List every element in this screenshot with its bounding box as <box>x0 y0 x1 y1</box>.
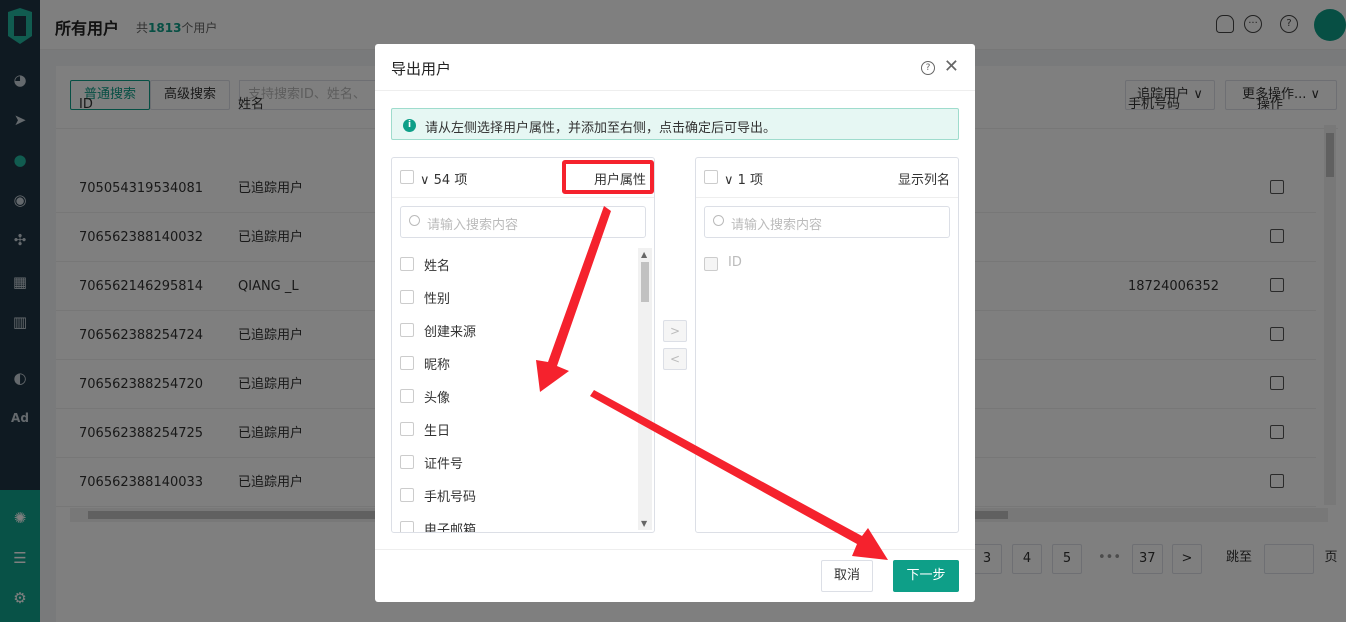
select-all-checkbox[interactable] <box>704 170 718 184</box>
chevron-down-icon: ∨ <box>420 173 434 188</box>
chevron-down-icon: ∨ <box>724 173 738 188</box>
target-count-label: 1 项 <box>737 173 764 188</box>
target-list-title: 显示列名 <box>897 173 950 188</box>
source-list-scrollbar[interactable]: ▲ ▼ <box>638 248 652 530</box>
scroll-thumb[interactable] <box>641 262 649 302</box>
item-checkbox[interactable] <box>400 422 414 436</box>
item-checkbox[interactable] <box>400 521 414 532</box>
item-label: 昵称 <box>424 358 451 373</box>
alert-text: 请从左侧选择用户属性，并添加至右侧，点击确定后可导出。 <box>425 121 777 136</box>
item-checkbox[interactable] <box>400 257 414 271</box>
item-label: 证件号 <box>424 457 464 472</box>
scroll-down-icon[interactable]: ▼ <box>641 519 647 528</box>
search-placeholder: 请输入搜索内容 <box>427 218 519 233</box>
target-count[interactable]: ∨ 1 项 <box>724 169 763 188</box>
item-label: 创建来源 <box>424 325 477 340</box>
dialog-divider <box>375 90 975 91</box>
item-checkbox[interactable] <box>400 323 414 337</box>
search-icon <box>713 215 724 226</box>
search-icon <box>409 215 420 226</box>
item-checkbox[interactable] <box>400 455 414 469</box>
cancel-button[interactable]: 取消 <box>821 560 873 592</box>
info-icon: i <box>403 119 416 132</box>
search-placeholder: 请输入搜索内容 <box>731 218 823 233</box>
source-list: ∨ 54 项 用户属性 请输入搜索内容 姓名 性别 创建来源 昵称 头像 生日 证件号 手机号… <box>391 157 655 533</box>
item-checkbox[interactable] <box>400 356 414 370</box>
item-label: 头像 <box>424 391 451 406</box>
export-users-dialog: 导出用户 ? ✕ i 请从左侧选择用户属性，并添加至右侧，点击确定后可导出。 ∨… <box>375 44 975 602</box>
move-left-button[interactable]: < <box>663 348 687 370</box>
item-checkbox[interactable] <box>400 488 414 502</box>
close-icon[interactable]: ✕ <box>944 56 959 77</box>
item-checkbox[interactable] <box>400 290 414 304</box>
item-label: 手机号码 <box>424 490 477 505</box>
target-list: ∨ 1 项 显示列名 请输入搜索内容 ID <box>695 157 959 533</box>
target-list-header: ∨ 1 项 显示列名 <box>696 158 958 198</box>
item-label: 性别 <box>424 292 451 307</box>
move-right-button[interactable]: > <box>663 320 687 342</box>
annotation-highlight-box <box>562 160 654 194</box>
item-label: 电子邮箱 <box>424 523 477 533</box>
scroll-up-icon[interactable]: ▲ <box>641 250 647 259</box>
item-checkbox[interactable] <box>400 389 414 403</box>
footer-divider <box>375 549 975 550</box>
source-count-label: 54 项 <box>433 173 468 188</box>
help-icon[interactable]: ? <box>921 61 935 75</box>
dialog-title: 导出用户 <box>391 60 452 78</box>
info-alert: i 请从左侧选择用户属性，并添加至右侧，点击确定后可导出。 <box>391 108 959 140</box>
source-search-input[interactable]: 请输入搜索内容 <box>400 206 646 238</box>
source-count[interactable]: ∨ 54 项 <box>420 169 467 188</box>
item-label: 生日 <box>424 424 451 439</box>
next-button[interactable]: 下一步 <box>893 560 959 592</box>
select-all-checkbox[interactable] <box>400 170 414 184</box>
item-label: 姓名 <box>424 259 451 274</box>
item-label: ID <box>728 255 742 270</box>
target-search-input[interactable]: 请输入搜索内容 <box>704 206 950 238</box>
item-checkbox <box>704 257 718 271</box>
